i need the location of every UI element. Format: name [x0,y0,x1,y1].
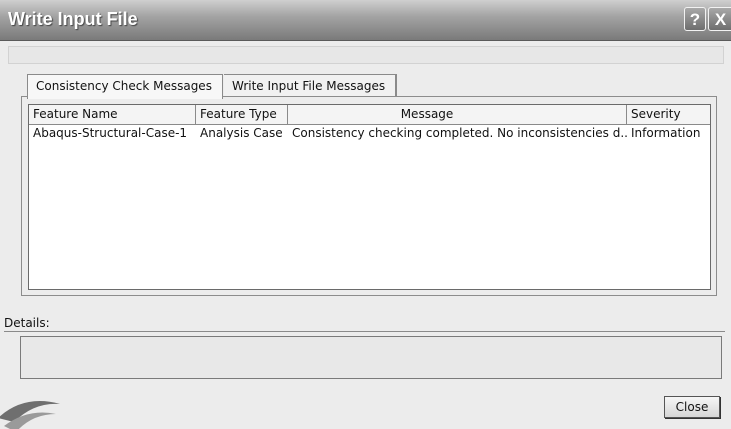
tab-label: Consistency Check Messages [36,79,212,93]
details-divider [4,331,725,332]
help-button[interactable]: ? [684,7,706,31]
column-header-message[interactable]: Message [288,105,627,125]
cell-severity: Information [631,126,701,140]
column-header-feature-name[interactable]: Feature Name [29,105,196,125]
help-icon: ? [689,10,701,29]
tab-label: Write Input File Messages [232,79,386,93]
title-bar[interactable]: Write Input File ? X [0,0,731,41]
window-close-button[interactable]: X [708,7,731,31]
close-button[interactable]: Close [664,396,720,418]
write-input-file-dialog: Write Input File ? X Consistency Check M… [0,0,731,429]
column-header-feature-type[interactable]: Feature Type [196,105,288,125]
cell-feature-type: Analysis Case [200,126,283,140]
messages-table[interactable]: Feature Name Feature Type Message Severi… [28,104,711,290]
tab-write-input-file-messages[interactable]: Write Input File Messages [224,74,397,97]
details-field[interactable] [20,336,722,379]
app-logo-icon [0,388,64,429]
window-title: Write Input File [8,9,138,29]
table-header: Feature Name Feature Type Message Severi… [29,105,710,125]
column-header-severity[interactable]: Severity [627,105,710,125]
cell-feature-name: Abaqus-Structural-Case-1 [33,126,188,140]
table-row[interactable]: Abaqus-Structural-Case-1 Analysis Case C… [29,125,710,143]
tab-consistency-check-messages[interactable]: Consistency Check Messages [27,74,223,99]
cell-message: Consistency checking completed. No incon… [292,126,627,140]
details-label: Details: [4,316,50,330]
close-icon: X [714,10,727,29]
top-strip [8,46,724,64]
